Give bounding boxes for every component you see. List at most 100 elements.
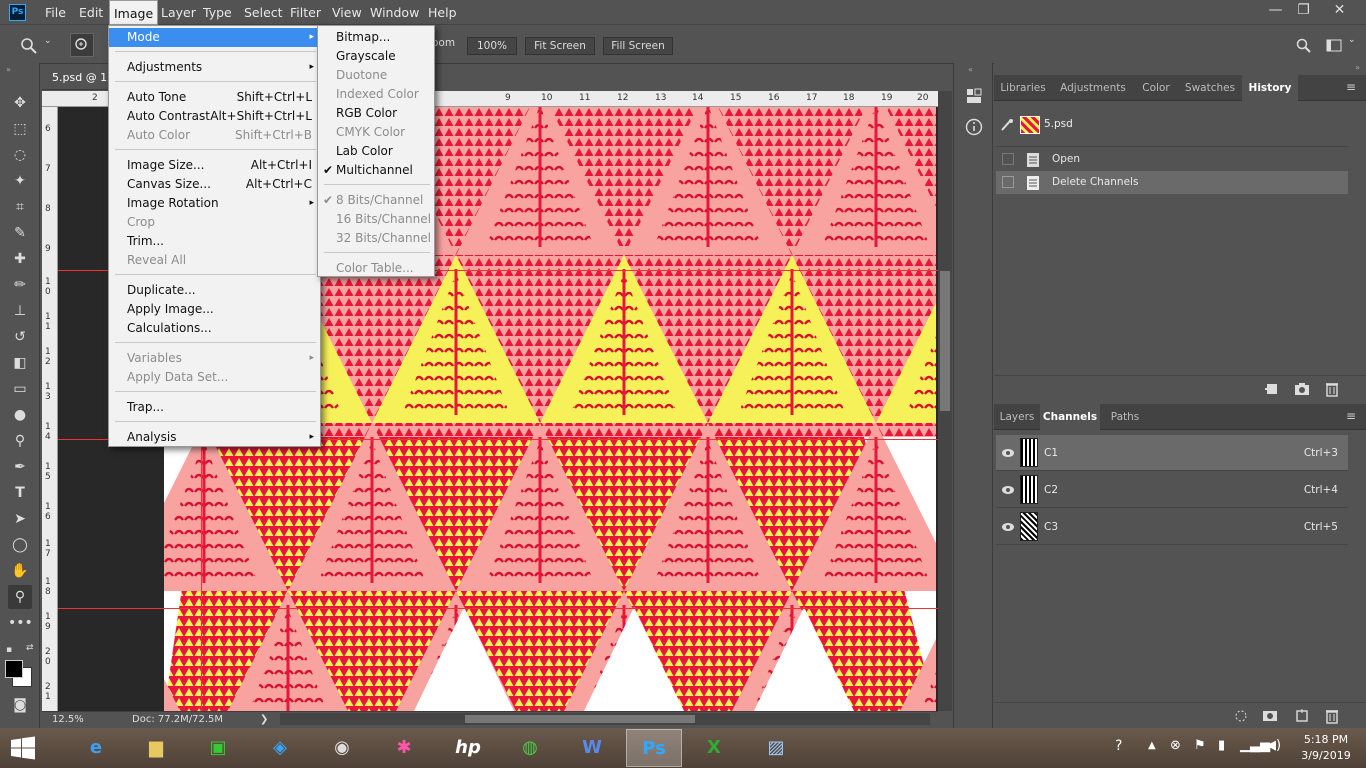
image-menu-apply-image[interactable]: Apply Image...: [109, 300, 320, 319]
security-tray-icon[interactable]: ⊗: [1170, 738, 1181, 753]
tab-libraries[interactable]: Libraries: [994, 75, 1052, 101]
visibility-eye-icon[interactable]: [1001, 447, 1015, 459]
clock-date[interactable]: 3/9/2019: [1296, 749, 1356, 762]
mode-menu-duotone[interactable]: Duotone: [318, 66, 434, 85]
clock-time[interactable]: 5:18 PM: [1296, 733, 1356, 746]
guide-line[interactable]: [58, 608, 938, 609]
tab-channels[interactable]: Channels: [1040, 404, 1100, 430]
save-selection-icon[interactable]: [1262, 708, 1278, 724]
mode-menu-grayscale[interactable]: Grayscale: [318, 47, 434, 66]
info-icon[interactable]: [965, 118, 983, 136]
mode-menu-bitmap[interactable]: Bitmap...: [318, 28, 434, 47]
windows-start-icon[interactable]: [10, 736, 36, 760]
volume-tray-icon[interactable]: ◀): [1266, 738, 1281, 753]
mode-menu-32-bits-channel[interactable]: 32 Bits/Channel: [318, 229, 434, 248]
channel-row[interactable]: C2 Ctrl+4: [996, 472, 1348, 508]
image-menu-reveal-all[interactable]: Reveal All: [109, 251, 320, 270]
mode-menu-multichannel[interactable]: ✔ Multichannel: [318, 161, 434, 180]
search-icon[interactable]: [1296, 38, 1312, 54]
image-menu-image-rotation[interactable]: Image Rotation ▸: [109, 194, 320, 213]
default-colors-icon[interactable]: ▪: [6, 645, 12, 655]
puzzle-app-icon[interactable]: ✱: [376, 729, 432, 767]
menu-edit[interactable]: Edit: [75, 0, 107, 25]
visibility-eye-icon[interactable]: [1001, 521, 1015, 533]
eraser-tool-icon[interactable]: ◧: [8, 351, 32, 375]
more-tools-icon[interactable]: •••: [8, 611, 33, 635]
marquee-tool-icon[interactable]: ⬚: [8, 117, 32, 141]
word-icon[interactable]: W: [564, 729, 620, 767]
move-tool-icon[interactable]: ✥: [8, 91, 32, 115]
magic-wand-tool-icon[interactable]: ✦: [8, 169, 32, 193]
image-menu-image-size[interactable]: Image Size... Alt+Ctrl+I: [109, 156, 320, 175]
tab-adjustments[interactable]: Adjustments: [1052, 75, 1134, 101]
mode-menu-rgb-color[interactable]: RGB Color: [318, 104, 434, 123]
camera-icon[interactable]: [1294, 381, 1310, 397]
history-item[interactable]: Open: [996, 148, 1348, 171]
new-channel-icon[interactable]: [1294, 708, 1310, 724]
image-menu-variables[interactable]: Variables ▸: [109, 349, 320, 368]
image-menu-trim[interactable]: Trim...: [109, 232, 320, 251]
image-menu-auto-tone[interactable]: Auto Tone Shift+Ctrl+L: [109, 88, 320, 107]
zoom-tool-icon-active[interactable]: ⚲: [8, 585, 32, 609]
tab-swatches[interactable]: Swatches: [1178, 75, 1242, 101]
zoom-tool-icon[interactable]: [20, 37, 38, 55]
quick-mask-icon[interactable]: ◙: [8, 693, 32, 717]
menu-view[interactable]: View: [328, 0, 366, 25]
help-tray-icon[interactable]: ?: [1115, 738, 1122, 754]
mode-menu-indexed-color[interactable]: Indexed Color: [318, 85, 434, 104]
expand-icon[interactable]: «: [968, 65, 973, 74]
trash-icon[interactable]: [1324, 708, 1340, 724]
photoshop-taskbar-icon[interactable]: Ps: [626, 729, 682, 767]
menu-file[interactable]: File: [41, 0, 70, 25]
ellipse-tool-icon[interactable]: ◯: [8, 533, 32, 557]
webcam-icon[interactable]: ◉: [314, 729, 370, 767]
properties-icon[interactable]: [965, 87, 983, 105]
load-selection-icon[interactable]: [1234, 709, 1248, 723]
image-menu-trap[interactable]: Trap...: [109, 398, 320, 417]
menu-type[interactable]: Type: [199, 0, 236, 25]
tab-layers[interactable]: Layers: [994, 404, 1040, 430]
history-brush-tool-icon[interactable]: ↺: [8, 325, 32, 349]
status-arrow-icon[interactable]: ❯: [260, 714, 268, 725]
lasso-tool-icon[interactable]: ◌: [8, 143, 32, 167]
image-menu-calculations[interactable]: Calculations...: [109, 319, 320, 338]
tab-paths[interactable]: Paths: [1100, 404, 1150, 430]
tray-expand-icon[interactable]: ▲: [1148, 740, 1156, 751]
zoom-100-button[interactable]: 100%: [467, 37, 517, 55]
tab-color[interactable]: Color: [1134, 75, 1178, 101]
menu-window[interactable]: Window: [366, 0, 423, 25]
image-menu-auto-contrast[interactable]: Auto Contrast Alt+Shift+Ctrl+L: [109, 107, 320, 126]
crop-tool-icon[interactable]: ⌗: [8, 195, 32, 219]
panel-menu-icon[interactable]: ≡: [1346, 409, 1356, 423]
foreground-color-swatch[interactable]: [5, 660, 23, 678]
panel-menu-icon[interactable]: ≡: [1346, 80, 1356, 94]
hp-icon[interactable]: hp: [440, 729, 496, 767]
gradient-tool-icon[interactable]: ▭: [8, 377, 32, 401]
collapse-icon[interactable]: »: [6, 65, 11, 74]
fit-screen-button[interactable]: Fit Screen: [525, 37, 595, 55]
internet-explorer-icon[interactable]: e: [68, 729, 124, 767]
photos-icon[interactable]: ▨: [748, 729, 804, 767]
mode-menu-cmyk-color[interactable]: CMYK Color: [318, 123, 434, 142]
image-menu-auto-color[interactable]: Auto Color Shift+Ctrl+B: [109, 126, 320, 145]
history-snapshot[interactable]: 5.psd: [996, 108, 1348, 144]
history-checkbox[interactable]: [1002, 153, 1014, 165]
horizontal-scrollbar[interactable]: [280, 713, 930, 725]
new-document-from-state-icon[interactable]: [1264, 381, 1280, 397]
image-menu-apply-data-set[interactable]: Apply Data Set...: [109, 368, 320, 387]
workspace-chevron-icon[interactable]: ⌄: [1348, 35, 1356, 45]
menu-help[interactable]: Help: [424, 0, 461, 25]
visibility-eye-icon[interactable]: [1001, 484, 1015, 496]
history-brush-source-icon[interactable]: [1000, 118, 1014, 132]
image-menu-canvas-size[interactable]: Canvas Size... Alt+Ctrl+C: [109, 175, 320, 194]
image-menu-analysis[interactable]: Analysis ▸: [109, 428, 320, 447]
mode-menu-16-bits-channel[interactable]: 16 Bits/Channel: [318, 210, 434, 229]
mode-menu-lab-color[interactable]: Lab Color: [318, 142, 434, 161]
excel-icon[interactable]: X: [686, 729, 742, 767]
store-icon[interactable]: ▣: [190, 729, 246, 767]
file-explorer-icon[interactable]: ▆: [128, 729, 184, 767]
close-button[interactable]: ✕: [1322, 0, 1357, 22]
image-menu-adjustments[interactable]: Adjustments ▸: [109, 58, 320, 77]
stamp-tool-icon[interactable]: ⊥: [8, 299, 32, 323]
pen-tool-icon[interactable]: ✒: [8, 455, 32, 479]
